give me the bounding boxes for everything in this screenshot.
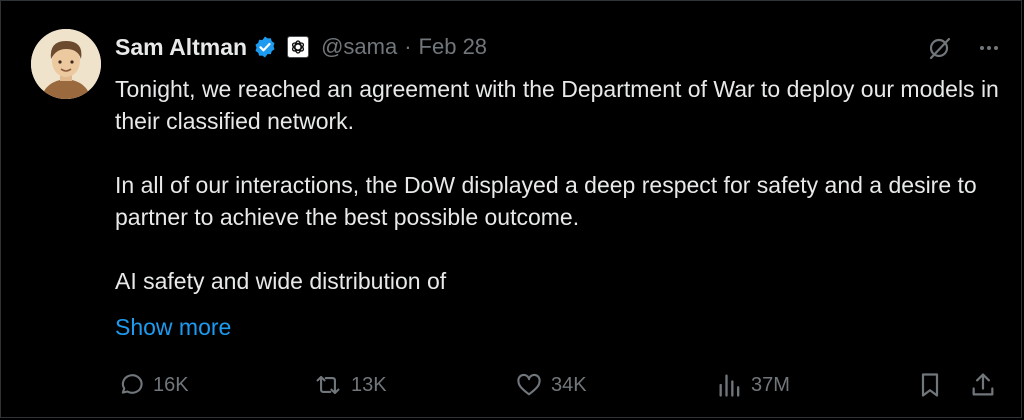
bookmark-icon: [917, 371, 943, 399]
show-more-link[interactable]: Show more: [115, 311, 231, 343]
avatar-illustration: [31, 29, 101, 99]
share-icon: [969, 371, 997, 399]
reply-count: 16K: [153, 373, 189, 396]
tweet-paragraph: In all of our interactions, the DoW disp…: [115, 172, 977, 230]
tweet-date[interactable]: Feb 28: [419, 34, 488, 60]
repost-count: 13K: [351, 373, 387, 396]
tweet-body: Tonight, we reached an agreement with th…: [115, 73, 1005, 297]
verified-badge-icon[interactable]: [253, 35, 277, 59]
author-handle[interactable]: @sama: [321, 34, 397, 60]
openai-logo-icon[interactable]: [287, 36, 310, 58]
separator-dot: ·: [404, 34, 412, 59]
share-button[interactable]: [969, 365, 997, 405]
repost-icon: [313, 371, 343, 399]
tweet-paragraph: Tonight, we reached an agreement with th…: [115, 76, 999, 134]
tweet-paragraph: AI safety and wide distribution of: [115, 268, 447, 294]
more-icon[interactable]: [977, 36, 1001, 60]
author-name[interactable]: Sam Altman: [115, 34, 247, 61]
like-count: 34K: [551, 373, 587, 396]
grok-icon[interactable]: [927, 35, 953, 61]
avatar[interactable]: [31, 29, 101, 99]
tweet-card[interactable]: Sam Altman @sama · Feb 28 Tonight, we re…: [0, 0, 1022, 418]
reply-icon: [117, 371, 145, 399]
top-right-actions: [927, 35, 1001, 61]
bookmark-button[interactable]: [917, 365, 943, 405]
views-button[interactable]: 37M: [717, 365, 790, 405]
reply-button[interactable]: 16K: [117, 365, 189, 405]
views-icon: [717, 371, 743, 399]
like-button[interactable]: 34K: [515, 365, 587, 405]
tweet-actions: 16K 13K 34K 37M: [1, 365, 1023, 405]
repost-button[interactable]: 13K: [313, 365, 387, 405]
views-count: 37M: [751, 373, 790, 396]
tweet-header: Sam Altman @sama · Feb 28: [115, 31, 487, 63]
heart-icon: [515, 371, 543, 399]
